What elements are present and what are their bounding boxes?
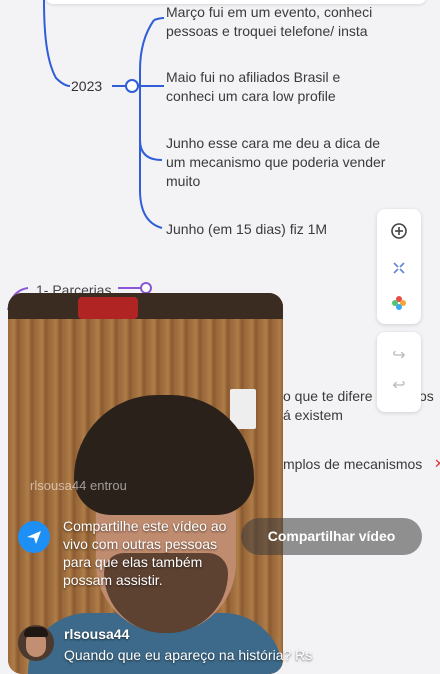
fit-screen-icon[interactable] xyxy=(389,258,409,278)
comment-username[interactable]: rlsousa44 xyxy=(64,626,129,642)
history-toolbar: ↪ ↩ xyxy=(377,332,421,412)
mindmap-item[interactable]: Maio fui no afiliados Brasil e conheci u… xyxy=(166,68,376,106)
comment-text: Quando que eu apareço na história? Rs xyxy=(64,647,313,663)
joined-notice: rlsousa44 entrou xyxy=(30,478,127,493)
partial-text: o que te difere xyxy=(283,388,373,404)
share-icon xyxy=(18,521,50,553)
red-connector-mark: ✕ xyxy=(434,456,440,471)
video-object xyxy=(78,297,138,319)
mindmap-item[interactable]: Março fui em um evento, conheci pessoas … xyxy=(166,3,396,41)
video-shelf xyxy=(8,293,283,319)
undo-icon[interactable]: ↩ xyxy=(389,376,409,396)
avatar-hair xyxy=(24,627,48,637)
partial-text: os xyxy=(419,388,434,404)
mindmap-year[interactable]: 2023 xyxy=(71,78,102,94)
mindmap-toolbar xyxy=(377,209,421,324)
share-video-button[interactable]: Compartilhar vídeo xyxy=(241,518,422,555)
palette-icon[interactable] xyxy=(389,293,409,313)
add-icon[interactable] xyxy=(389,221,409,241)
share-message: Compartilhe este vídeo ao vivo com outra… xyxy=(63,518,227,588)
redo-icon[interactable]: ↪ xyxy=(389,346,409,366)
partial-text: mplos de mecanismos xyxy=(283,456,423,472)
mindmap-item[interactable]: Junho esse cara me deu a dica de um meca… xyxy=(166,134,398,191)
avatar[interactable] xyxy=(18,625,54,661)
partial-text: á existem xyxy=(283,407,343,423)
mindmap-item[interactable]: Junho (em 15 dias) fiz 1M xyxy=(166,220,376,239)
